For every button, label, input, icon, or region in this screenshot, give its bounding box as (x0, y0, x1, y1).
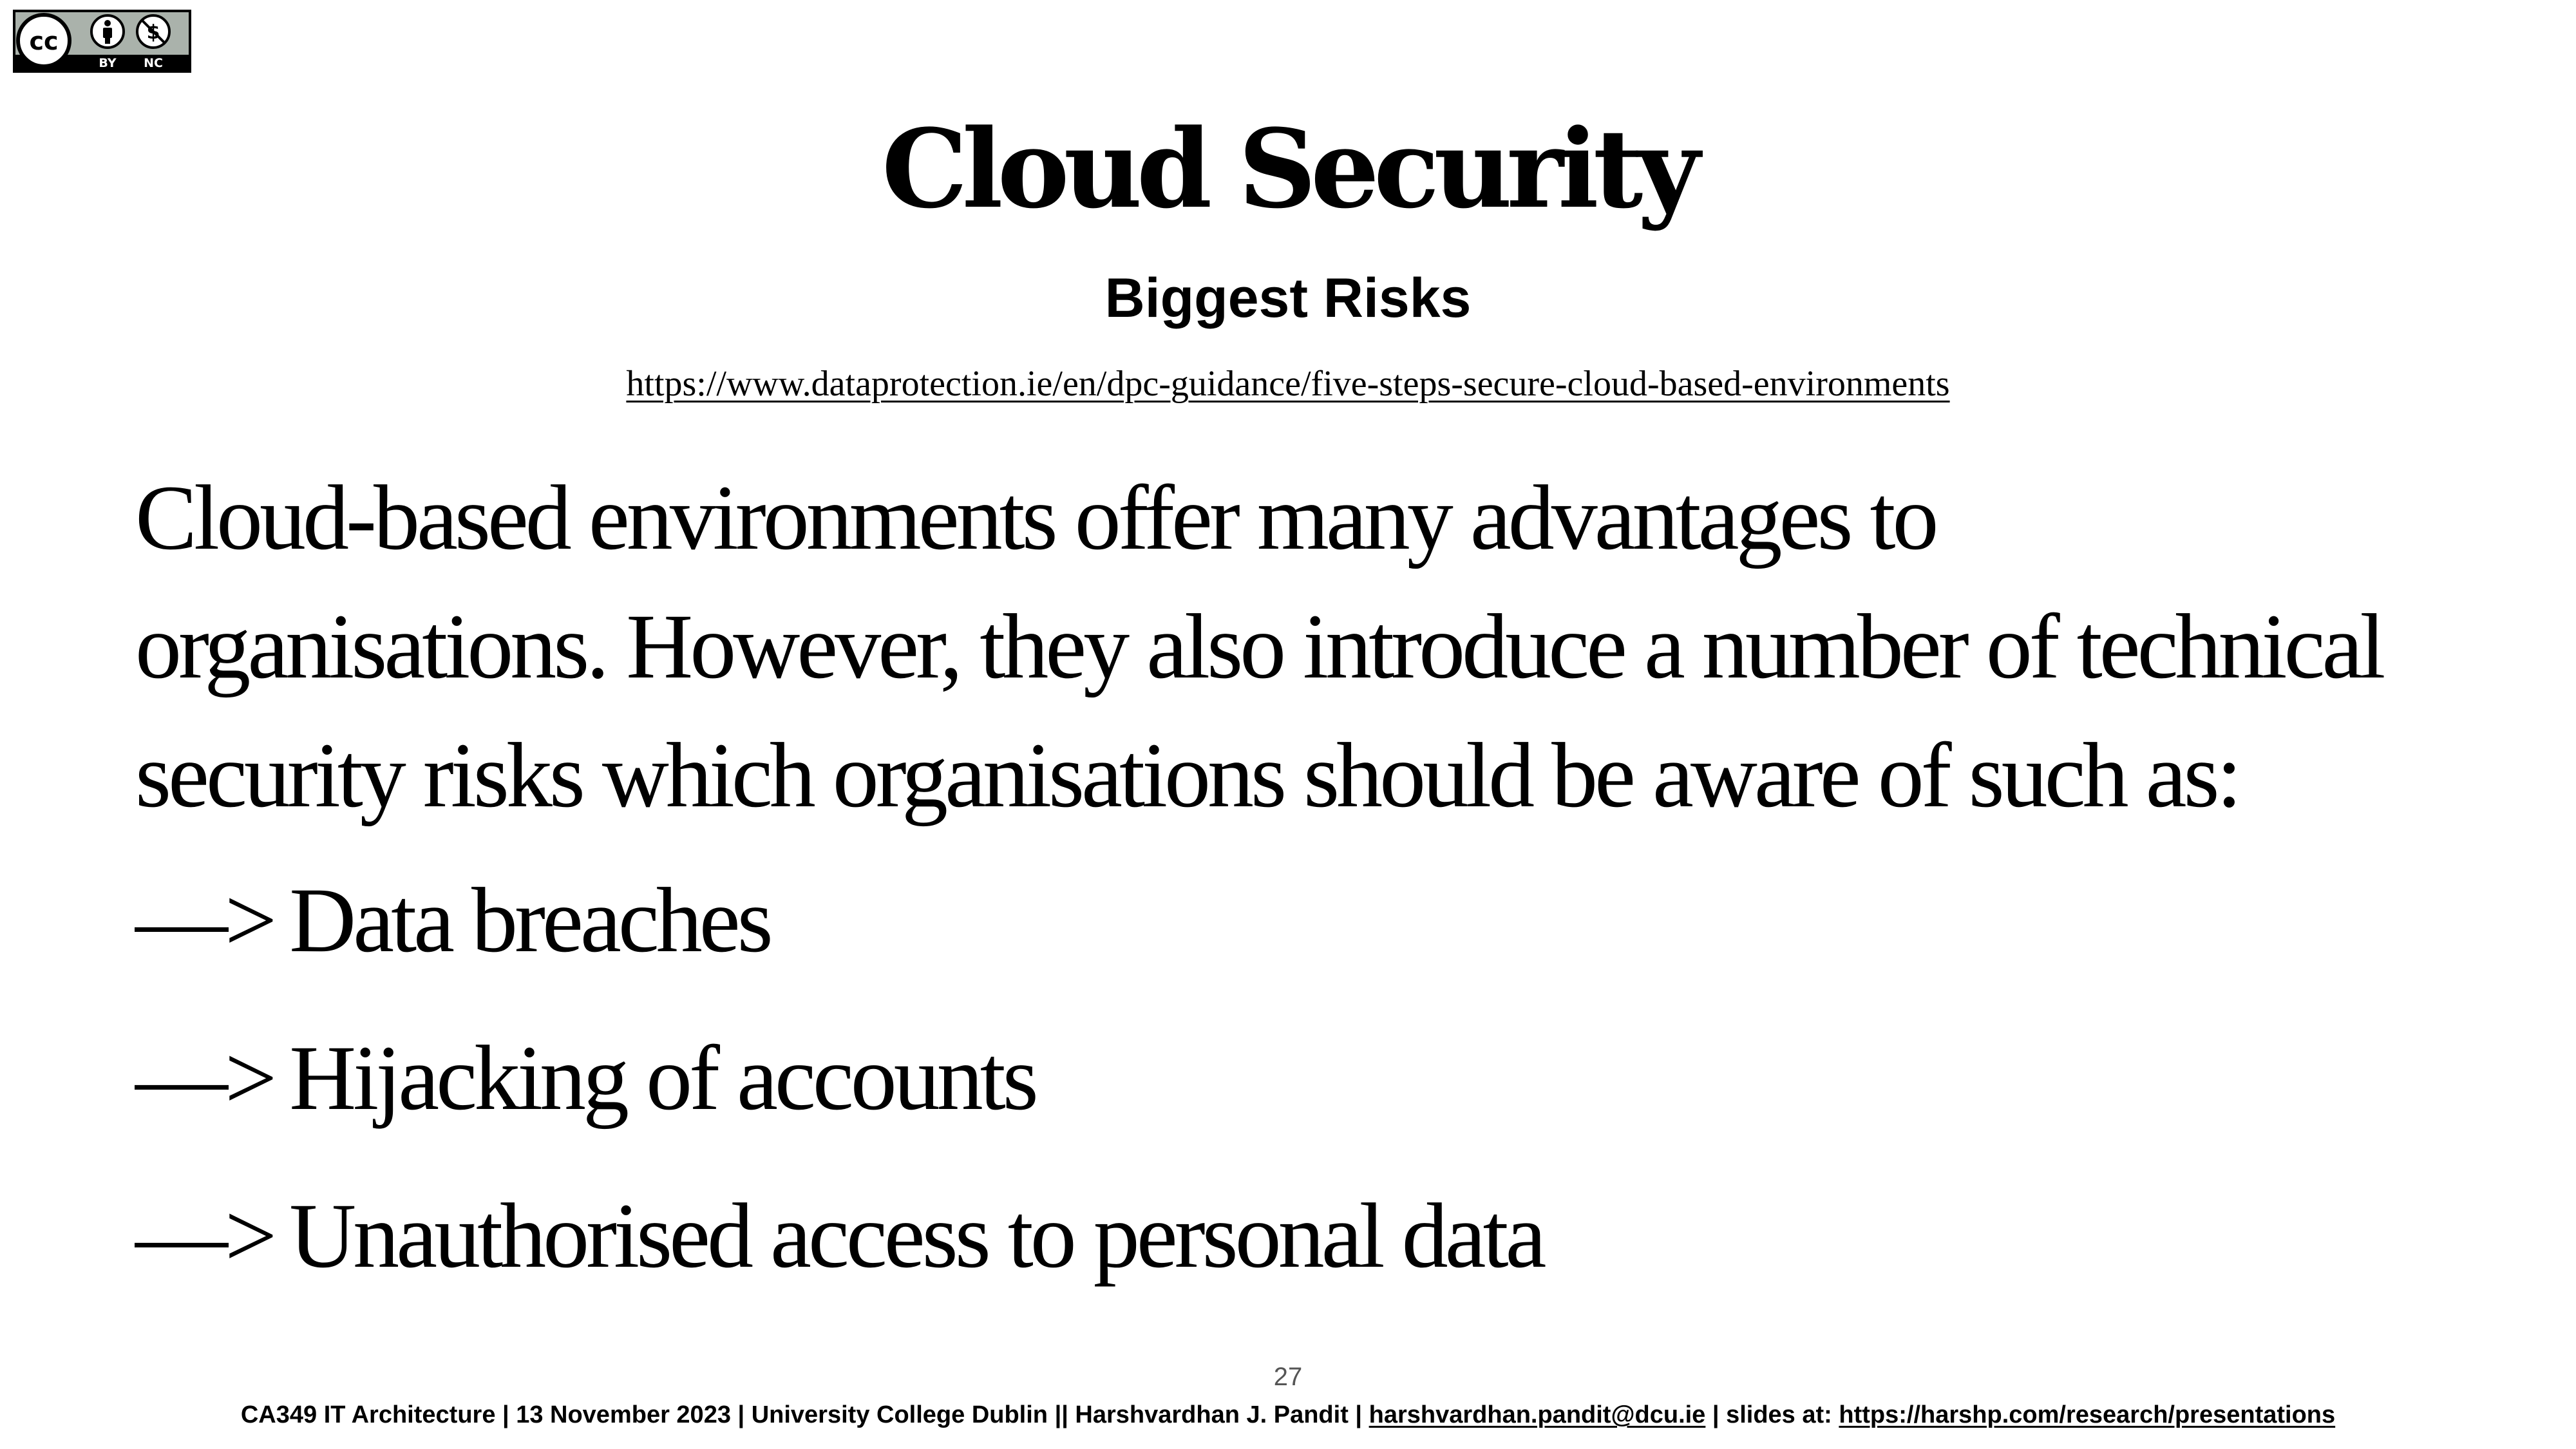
source-link[interactable]: https://www.dataprotection.ie/en/dpc-gui… (626, 364, 1949, 404)
footer-course-info: CA349 IT Architecture | 13 November 2023… (240, 1401, 1363, 1428)
slide-subtitle: Biggest Risks (1104, 267, 1472, 329)
attribution-icon (90, 14, 125, 49)
intro-line: organisations. However, they also introd… (135, 596, 2385, 698)
footer-slides-link[interactable]: https://harshp.com/research/presentation… (1839, 1401, 2335, 1428)
svg-text:cc: cc (29, 27, 58, 55)
intro-line: Cloud-based environments offer many adva… (135, 467, 1939, 569)
cc-license-badge: cc $ BY NC (13, 10, 191, 73)
risk-list: —> Data breaches —> Hijacking of accounts … (135, 866, 1546, 1340)
risk-item: —> Hijacking of accounts (135, 1024, 1543, 1182)
footer: CA349 IT Architecture | 13 November 2023… (0, 1403, 2576, 1427)
risk-text: Hijacking of accounts (289, 1027, 1039, 1130)
arrow-icon: —> (135, 1027, 277, 1130)
nc-label: NC (144, 56, 163, 70)
risk-item: —> Unauthorised access to personal data (135, 1182, 1546, 1340)
intro-paragraph: Cloud-based environments offer many adva… (135, 454, 2544, 840)
arrow-icon: —> (135, 869, 277, 972)
noncommercial-icon: $ (136, 14, 171, 49)
risk-text: Data breaches (289, 869, 773, 972)
slide-title: Cloud Security (882, 105, 1700, 232)
by-label: BY (99, 56, 116, 70)
risk-text: Unauthorised access to personal data (289, 1185, 1546, 1287)
risk-item: —> Data breaches (135, 866, 1543, 1024)
arrow-icon: —> (135, 1185, 277, 1287)
page-number: 27 (1273, 1363, 1303, 1391)
footer-email-link[interactable]: harshvardhan.pandit@dcu.ie (1369, 1401, 1706, 1428)
cc-icon: cc (16, 13, 71, 68)
intro-line: security risks which organisations shoul… (135, 724, 2242, 827)
footer-slides-label: | slides at: (1712, 1401, 1832, 1428)
